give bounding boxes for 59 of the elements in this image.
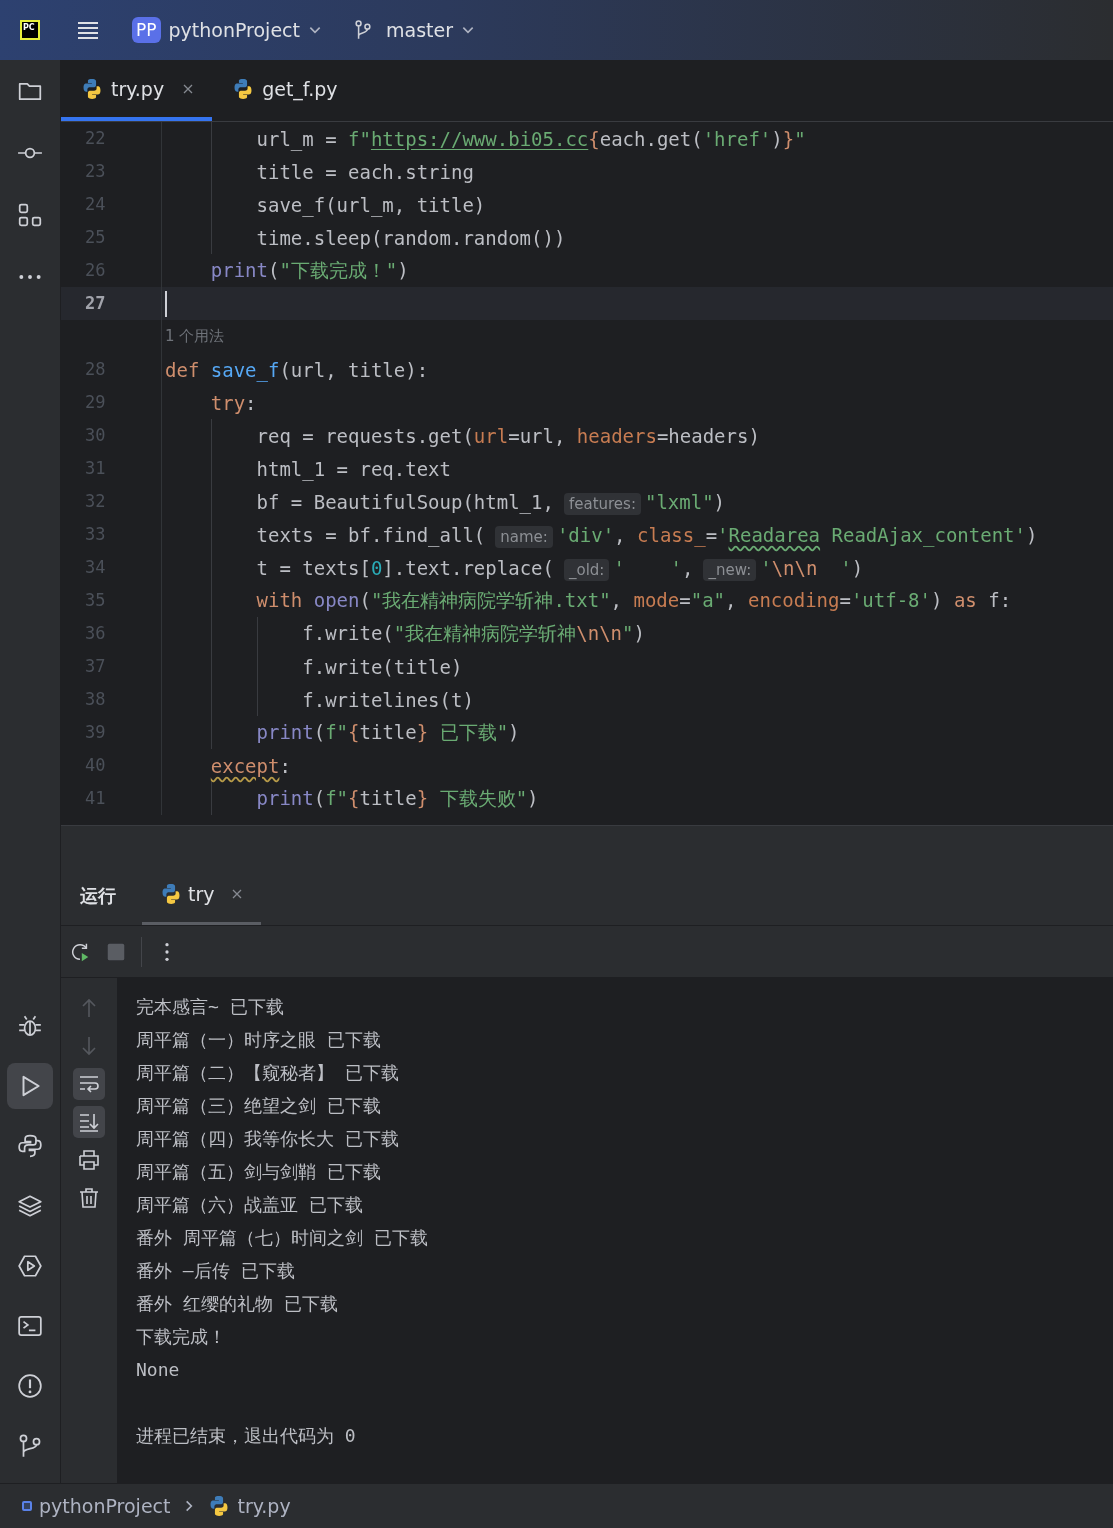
project-selector[interactable]: PP pythonProject <box>132 17 322 43</box>
console-output-line: 番外 周平篇（七）时间之剑 已下载 <box>136 1227 428 1248</box>
layers-icon[interactable] <box>17 1193 43 1219</box>
code-line: url_m = f"https://www.bi05.cc{each.get('href')}" <box>255 127 806 150</box>
console-output-line: 完本感言~ 已下载 <box>136 996 284 1017</box>
console-output-line: 番外 —后传 已下载 <box>136 1260 295 1281</box>
branch-icon[interactable] <box>17 1433 43 1459</box>
line-number: 27 <box>61 287 162 320</box>
usage-hint[interactable]: 1 个用法 <box>165 327 225 346</box>
file-tab[interactable]: try.py <box>61 60 213 121</box>
warning-icon[interactable] <box>17 1373 43 1399</box>
code-line: html_1 = req.text <box>255 457 451 480</box>
branch-selector[interactable]: master <box>352 19 475 41</box>
console-output-line: 周平篇（三）绝望之剑 已下载 <box>136 1095 381 1116</box>
console-output-line: 周平篇（二）【窥秘者】 已下载 <box>136 1062 399 1083</box>
code-line: save_f(url_m, title) <box>255 193 486 216</box>
console-output-line: 进程已结束，退出代码为 0 <box>136 1425 356 1446</box>
python-file-icon <box>160 883 182 905</box>
console-output-line: 周平篇（五）剑与剑鞘 已下载 <box>136 1161 381 1182</box>
terminal-icon[interactable] <box>17 1313 43 1339</box>
console-output-line: 下载完成！ <box>136 1326 226 1347</box>
code-line: print(f"{title} 下载失败") <box>255 785 539 811</box>
breadcrumb[interactable]: try.py <box>208 1495 291 1517</box>
project-icon <box>22 1501 32 1511</box>
services-icon[interactable] <box>17 1253 43 1279</box>
branch-icon <box>352 19 374 41</box>
code-line: def save_f(url, title): <box>165 358 429 381</box>
close-icon[interactable] <box>182 82 195 95</box>
console-output-line: 周平篇（六）战盖亚 已下载 <box>136 1194 363 1215</box>
run-tab[interactable]: try <box>142 866 261 925</box>
code-line: print(f"{title} 已下载") <box>255 719 520 745</box>
code-line: f.writelines(t) <box>301 688 474 711</box>
code-line: title = each.string <box>255 160 474 183</box>
python-icon[interactable] <box>17 1133 43 1159</box>
code-line: with open("我在精神病院学斩神.txt", mode="a", encoding='utf-8') as f: <box>255 587 1012 613</box>
tool-window-button[interactable] <box>7 1063 53 1109</box>
panel-title: 运行 <box>80 883 116 908</box>
code-line: try: <box>209 391 257 414</box>
console-output-line: 周平篇（一）时序之眼 已下载 <box>136 1029 381 1050</box>
text-cursor <box>165 290 167 317</box>
console-output-line: None <box>136 1359 180 1380</box>
code-line: f.write("我在精神病院学斩神\n\n") <box>301 620 645 646</box>
code-line: print("下载完成！") <box>209 257 409 283</box>
breadcrumb[interactable]: pythonProject <box>22 1495 171 1517</box>
structure-icon[interactable] <box>17 202 43 228</box>
file-tab[interactable]: get_f.py <box>212 60 356 121</box>
code-line: time.sleep(random.random()) <box>255 226 566 249</box>
code-line: except: <box>209 754 291 777</box>
code-line: t = texts[0].text.replace( _old: ' ', _new: '\n\n ') <box>255 556 864 579</box>
console-output-line: 周平篇（四）我等你长大 已下载 <box>136 1128 399 1149</box>
app-logo[interactable]: PC <box>20 20 40 40</box>
bug-icon[interactable] <box>17 1013 43 1039</box>
python-file-icon <box>81 77 103 100</box>
code-line: texts = bf.find_all( name: 'div', class_='Readarea ReadAjax_content') <box>255 523 1038 546</box>
code-line: bf = BeautifulSoup(html_1, features: "lxml") <box>255 490 726 513</box>
code-line: f.write(title) <box>301 655 463 678</box>
code-line: req = requests.get(url=url, headers=headers) <box>255 424 760 447</box>
close-icon[interactable] <box>230 888 243 900</box>
console-output-line: 番外 红缨的礼物 已下载 <box>136 1293 338 1314</box>
